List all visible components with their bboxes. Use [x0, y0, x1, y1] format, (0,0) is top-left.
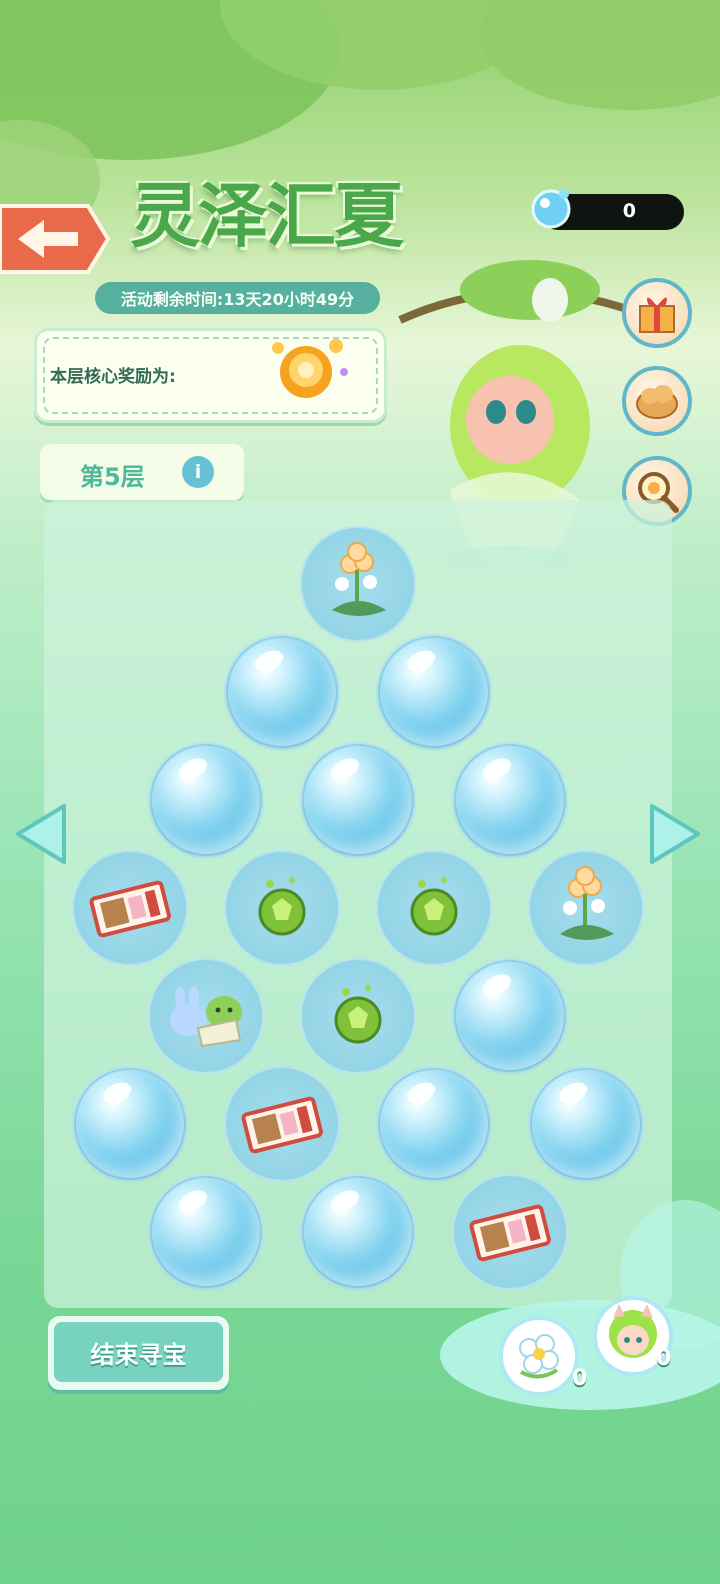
board-cell-flower[interactable]: [300, 526, 416, 642]
flower-icon: [528, 850, 644, 966]
end-treasure-hunt-label: 结束寻宝: [54, 1322, 223, 1382]
board-cell-green-orb[interactable]: [376, 850, 492, 966]
board-cell-bubble[interactable]: [72, 1066, 188, 1182]
water-bubble: [456, 746, 564, 854]
board-cell-flower[interactable]: [528, 850, 644, 966]
water-drop-icon: [531, 189, 571, 229]
cloud-pastry-icon: [636, 385, 678, 419]
info-button[interactable]: i: [182, 456, 214, 488]
water-bubble: [152, 746, 260, 854]
floor-label: 第5层: [80, 463, 145, 491]
board-cell-green-orb[interactable]: [224, 850, 340, 966]
water-bubble: [76, 1070, 184, 1178]
board-cell-bubble[interactable]: [528, 1066, 644, 1182]
board-cell-bunny-plush[interactable]: [148, 958, 264, 1074]
gift-box-button[interactable]: [622, 278, 692, 348]
board-cell-bubble[interactable]: [148, 742, 264, 858]
board-cell-bubble[interactable]: [376, 634, 492, 750]
next-floor-arrow-button[interactable]: [648, 802, 702, 866]
end-treasure-hunt-button[interactable]: 结束寻宝: [48, 1316, 229, 1390]
board-cell-ticket[interactable]: [72, 850, 188, 966]
collectible-flower-count: 0: [572, 1366, 588, 1391]
water-bubble: [456, 962, 564, 1070]
water-bubble: [380, 1070, 488, 1178]
currency-value: 0: [622, 200, 636, 222]
water-bubble: [380, 638, 488, 746]
board-cell-bubble[interactable]: [452, 742, 568, 858]
board-cell-bubble[interactable]: [452, 958, 568, 1074]
board-cell-bubble[interactable]: [224, 634, 340, 750]
game-screen: 灵泽汇夏 活动剩余时间:13天20小时49分 0 本层核心奖励为: 第5层 i …: [0, 0, 720, 1584]
ticket-icon: [72, 850, 188, 966]
board-cell-bubble[interactable]: [300, 1174, 416, 1290]
ticket-icon: [452, 1174, 568, 1290]
collectible-flower[interactable]: [499, 1316, 579, 1396]
water-bubble: [304, 1178, 412, 1286]
ticket-icon: [224, 1066, 340, 1182]
green-orb-icon: [376, 850, 492, 966]
board-cell-ticket[interactable]: [452, 1174, 568, 1290]
previous-floor-arrow-button[interactable]: [14, 802, 68, 866]
golden-flower-orb-icon[interactable]: [258, 334, 354, 404]
event-countdown: 活动剩余时间:13天20小时49分: [95, 282, 380, 314]
board-cell-bubble[interactable]: [148, 1174, 264, 1290]
water-bubble: [304, 746, 412, 854]
gift-box-icon: [639, 297, 675, 333]
back-arrow-button[interactable]: [0, 202, 110, 276]
board-cell-bubble[interactable]: [300, 742, 416, 858]
water-bubble: [152, 1178, 260, 1286]
water-bubble: [228, 638, 336, 746]
cloud-pastry-button[interactable]: [622, 366, 692, 436]
water-bubble: [532, 1070, 640, 1178]
flower-icon: [300, 526, 416, 642]
bunny-plush-icon: [148, 958, 264, 1074]
green-orb-icon: [300, 958, 416, 1074]
board-cell-ticket[interactable]: [224, 1066, 340, 1182]
tree-canopy: [480, 0, 720, 110]
board-cell-bubble[interactable]: [376, 1066, 492, 1182]
white-flower-icon: [519, 1334, 559, 1379]
board-cell-green-orb[interactable]: [300, 958, 416, 1074]
core-reward-label: 本层核心奖励为:: [50, 367, 176, 387]
collectible-avatar-count: 0: [656, 1346, 672, 1371]
green-orb-icon: [224, 850, 340, 966]
